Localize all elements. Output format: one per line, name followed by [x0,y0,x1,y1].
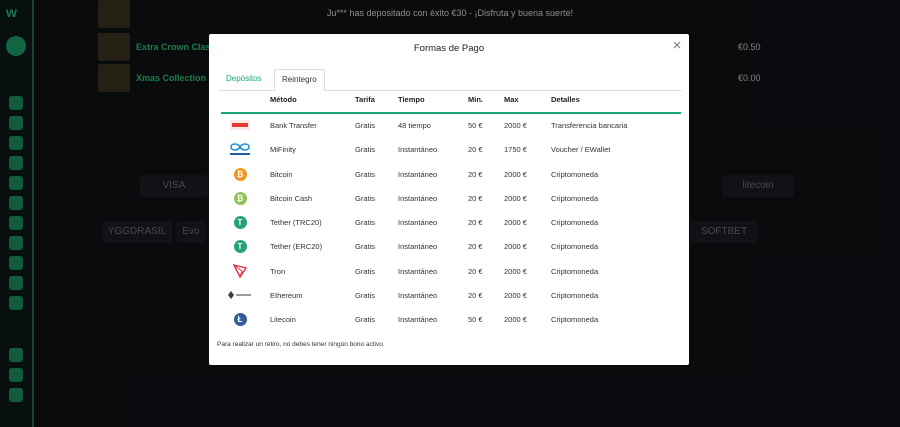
method-name: Tether (TRC20) [270,218,322,227]
time: Instantáneo [398,291,438,300]
fee: Gratis [355,194,376,203]
details: Criptomoneda [551,315,599,324]
table-row: Tron Gratis Instantáneo 20 € 2000 € Crip… [221,259,681,283]
tab-depositos[interactable]: Depósitos [219,69,269,89]
table-row: ₿ Bitcoin Cash Gratis Instantáneo 20 € 2… [221,186,681,210]
details: Criptomoneda [551,242,599,251]
table-header: Método Tarifa Tiempo Min. Max Detalles [221,92,681,114]
table-row: MiFinity Gratis Instantáneo 20 € 1750 € … [221,137,681,161]
payment-methods-modal: Formas de Pago × Depósitos Reintegro Mét… [209,34,689,365]
column-header-method: Método [270,95,297,104]
column-header-time: Tiempo [398,95,425,104]
min: 20 € [468,145,483,154]
max: 2000 € [504,194,527,203]
min: 20 € [468,242,483,251]
column-header-details: Detalles [551,95,580,104]
mifinity-icon [227,141,253,157]
ethereum-icon [227,287,253,303]
details: Criptomoneda [551,291,599,300]
details: Criptomoneda [551,267,599,276]
bitcoin-cash-icon: ₿ [227,190,253,206]
details: Criptomoneda [551,218,599,227]
table-row: ₿ Bitcoin Gratis Instantáneo 20 € 2000 €… [221,162,681,186]
method-name: Ethereum [270,291,303,300]
time: Instantáneo [398,145,438,154]
tron-icon [227,263,253,279]
column-header-fee: Tarifa [355,95,375,104]
tether-icon: T [227,238,253,254]
method-name: Bitcoin Cash [270,194,313,203]
details: Criptomoneda [551,170,599,179]
details: Transferencia bancaria [551,121,628,130]
table-row: T Tether (TRC20) Gratis Instantáneo 20 €… [221,210,681,234]
max: 2000 € [504,218,527,227]
min: 20 € [468,267,483,276]
method-name: MiFinity [270,145,296,154]
max: 2000 € [504,170,527,179]
min: 50 € [468,121,483,130]
tether-icon: T [227,214,253,230]
time: 48 tiempo [398,121,431,130]
modal-title: Formas de Pago [413,43,485,54]
fee: Gratis [355,267,376,276]
close-button[interactable]: × [670,38,684,53]
max: 2000 € [504,291,527,300]
time: Instantáneo [398,242,438,251]
fee: Gratis [355,170,376,179]
fee: Gratis [355,145,376,154]
table-row: T Tether (ERC20) Gratis Instantáneo 20 €… [221,234,681,258]
method-name: Litecoin [270,315,296,324]
time: Instantáneo [398,267,438,276]
tab-reintegro[interactable]: Reintegro [274,69,325,91]
max: 2000 € [504,315,527,324]
time: Instantáneo [398,218,438,227]
max: 2000 € [504,267,527,276]
column-header-max: Max [504,95,519,104]
table-row: Bank Transfer Gratis 48 tiempo 50 € 2000… [221,113,681,137]
min: 50 € [468,315,483,324]
min: 20 € [468,291,483,300]
max: 1750 € [504,145,527,154]
time: Instantáneo [398,315,438,324]
bank-transfer-icon [227,117,253,133]
details: Voucher / EWallet [551,145,611,154]
time: Instantáneo [398,170,438,179]
min: 20 € [468,218,483,227]
bitcoin-icon: ₿ [227,166,253,182]
method-name: Tether (ERC20) [270,242,323,251]
fee: Gratis [355,291,376,300]
litecoin-icon: Ł [227,311,253,327]
details: Criptomoneda [551,194,599,203]
table-row: Ethereum Gratis Instantáneo 20 € 2000 € … [221,283,681,307]
max: 2000 € [504,242,527,251]
min: 20 € [468,194,483,203]
tabs: Depósitos Reintegro [219,69,681,91]
method-name: Bank Transfer [270,121,317,130]
max: 2000 € [504,121,527,130]
fee: Gratis [355,218,376,227]
min: 20 € [468,170,483,179]
fee: Gratis [355,242,376,251]
fee: Gratis [355,315,376,324]
column-header-min: Min. [468,95,483,104]
method-name: Tron [270,267,286,276]
method-name: Bitcoin [270,170,293,179]
time: Instantáneo [398,194,438,203]
fee: Gratis [355,121,376,130]
withdrawal-note: Para realizar un retiro, no debes tener … [217,341,385,348]
table-row: Ł Litecoin Gratis Instantáneo 50 € 2000 … [221,307,681,331]
